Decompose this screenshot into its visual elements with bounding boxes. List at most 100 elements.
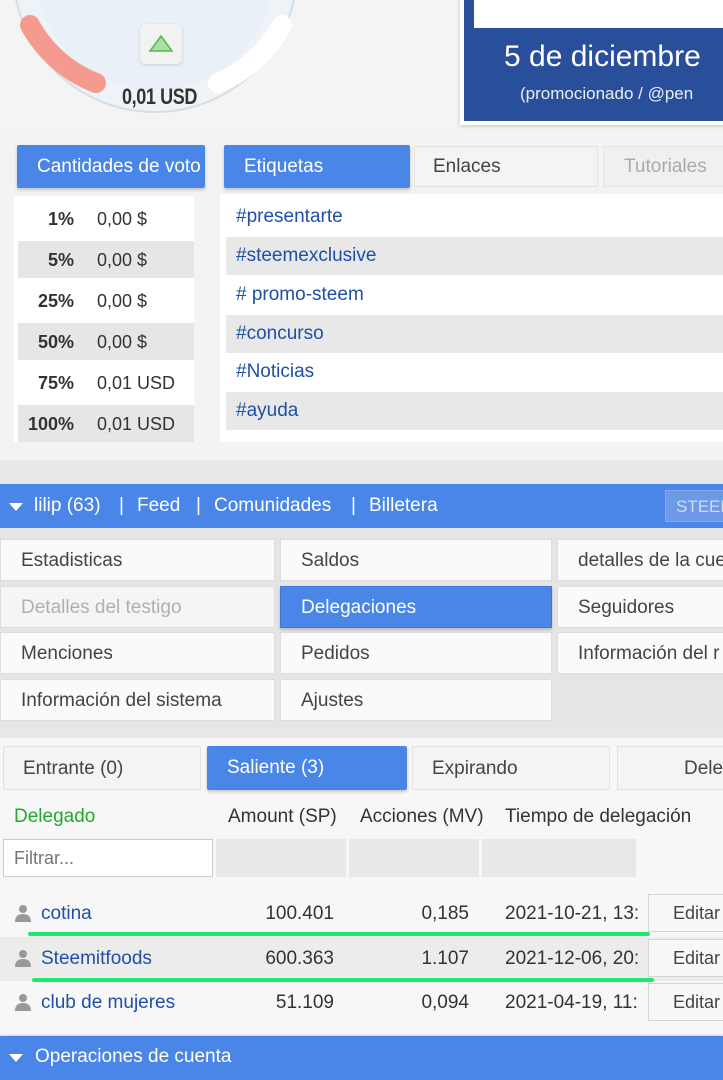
delegatee-name[interactable]: club de mujeres — [41, 992, 175, 1014]
menu-orders[interactable]: Pedidos — [280, 632, 552, 674]
menu-balances[interactable]: Saldos — [280, 539, 552, 581]
col-amount[interactable]: Amount (SP) — [228, 806, 337, 828]
caret-down-icon[interactable] — [8, 502, 24, 512]
filter-cell — [349, 839, 479, 877]
upvote-button[interactable] — [140, 24, 182, 64]
promo-subtitle: (promocionado / @pen — [520, 84, 694, 103]
nav-user[interactable]: lilip (63) — [34, 495, 101, 517]
user-icon — [15, 994, 31, 1011]
nav-wallet[interactable]: Billetera — [369, 495, 438, 517]
vote-value: 0,00 $ — [97, 250, 148, 270]
tag-link[interactable]: #ayuda — [236, 400, 298, 422]
filter-cell — [216, 839, 346, 877]
promo-banner[interactable]: 5 de diciembre (promocionado / @pen — [460, 0, 723, 125]
vote-row: 1% 0,00 $ — [18, 200, 194, 237]
menu-label: Estadisticas — [21, 550, 123, 571]
menu-settings[interactable]: Ajustes — [280, 679, 552, 721]
table-row: club de mujeres 51.109 0,094 2021-04-19,… — [0, 981, 723, 1025]
col-delegado[interactable]: Delegado — [14, 806, 95, 828]
menu-label: Información del r — [578, 643, 720, 664]
menu-label: Seguidores — [578, 597, 675, 618]
menu-followers[interactable]: Seguidores — [557, 586, 723, 628]
tab-vote-amounts[interactable]: Cantidades de voto — [17, 145, 205, 188]
tag-link[interactable]: #presentarte — [236, 206, 343, 228]
delegatee-name[interactable]: cotina — [41, 903, 92, 925]
menu-account-details[interactable]: detalles de la cue — [557, 539, 723, 581]
account-operations-bar[interactable]: Operaciones de cuenta — [0, 1036, 723, 1080]
vote-row: 100% 0,01 USD — [18, 405, 194, 442]
tag-item[interactable]: #concurso — [226, 315, 723, 353]
tag-item[interactable]: #Noticias — [226, 353, 723, 391]
tag-link[interactable]: #Noticias — [236, 361, 314, 383]
tab-links[interactable]: Enlaces — [414, 146, 598, 187]
menu-label: Pedidos — [301, 643, 370, 664]
triangle-up-icon — [148, 34, 174, 52]
menu-delegations[interactable]: Delegaciones — [280, 586, 552, 628]
tab-expiring[interactable]: Expirando — [412, 746, 610, 790]
menu-witness-details[interactable]: Detalles del testigo — [0, 586, 275, 628]
promo-banner-top — [474, 0, 723, 28]
tab-outgoing[interactable]: Saliente (3) — [207, 746, 407, 790]
vote-percent: 5% — [47, 250, 74, 270]
steem-button[interactable]: STEEM — [665, 490, 723, 522]
nav-communities[interactable]: Comunidades — [214, 495, 331, 517]
tab-tags[interactable]: Etiquetas — [224, 145, 410, 188]
account-navbar: lilip (63) | Feed | Comunidades | Billet… — [0, 484, 723, 528]
tag-link[interactable]: #concurso — [236, 323, 324, 345]
amount-mv: 1.107 — [421, 948, 469, 969]
nav-feed[interactable]: Feed — [137, 495, 180, 517]
vote-row: 75% 0,01 USD — [18, 364, 194, 401]
tab-label: Dele — [684, 758, 723, 779]
vote-row: 25% 0,00 $ — [18, 282, 194, 319]
vote-amounts-list: 1% 0,00 $ 5% 0,00 $ 25% 0,00 $ 50% 0,00 … — [14, 196, 194, 442]
amount-sp: 51.109 — [275, 992, 334, 1013]
tab-label: Saliente (3) — [227, 757, 325, 778]
ops-label: Operaciones de cuenta — [35, 1046, 232, 1067]
menu-label: Saldos — [301, 550, 360, 571]
table-row: Steemitfoods 600.363 1.107 2021-12-06, 2… — [0, 937, 723, 981]
tab-label: Entrante (0) — [23, 758, 124, 779]
tag-item[interactable]: #presentarte — [226, 198, 723, 236]
top-area: 0,01 USD 5 de diciembre (promocionado / … — [0, 0, 723, 130]
amount-sp: 600.363 — [265, 948, 334, 969]
menu-label: Delegaciones — [301, 597, 417, 618]
edit-button[interactable]: Editar — [648, 983, 723, 1021]
caret-down-icon — [9, 1054, 23, 1062]
promo-title: 5 de diciembre — [504, 40, 701, 73]
gauge-value: 0,01 USD — [122, 84, 197, 109]
menu-label: Información del sistema — [21, 690, 222, 711]
menu-label: Ajustes — [301, 690, 364, 711]
amount-mv: 0,185 — [421, 903, 469, 924]
tab-delegate[interactable]: Dele — [617, 746, 723, 790]
menu-info[interactable]: Información del r — [557, 632, 723, 674]
vote-percent: 75% — [37, 373, 74, 393]
tag-item[interactable]: #steemexclusive — [226, 237, 723, 275]
tag-list: #presentarte #steemexclusive # promo-ste… — [220, 194, 723, 442]
tag-link[interactable]: # promo-steem — [236, 284, 364, 306]
edit-button[interactable]: Editar — [648, 894, 723, 932]
tag-link[interactable]: #steemexclusive — [236, 245, 376, 267]
delegation-time: 2021-12-06, 20: — [505, 948, 640, 969]
menu-stats[interactable]: Estadisticas — [0, 539, 275, 581]
col-tiempo[interactable]: Tiempo de delegación — [505, 806, 691, 828]
vote-value: 0,00 $ — [97, 209, 148, 229]
tab-incoming[interactable]: Entrante (0) — [3, 746, 201, 790]
nav-separator: | — [196, 495, 201, 516]
col-acciones[interactable]: Acciones (MV) — [360, 806, 484, 828]
tag-item[interactable]: #ayuda — [226, 392, 723, 430]
user-icon — [15, 905, 31, 922]
tab-tutorials[interactable]: Tutoriales — [603, 146, 723, 187]
menu-mentions[interactable]: Menciones — [0, 632, 275, 674]
vote-value: 0,00 $ — [97, 332, 148, 352]
menu-label: Menciones — [21, 643, 113, 664]
menu-system-info[interactable]: Información del sistema — [0, 679, 275, 721]
delegatee-name[interactable]: Steemitfoods — [41, 948, 152, 970]
tag-item[interactable]: # promo-steem — [226, 276, 723, 314]
highlight-underline — [28, 932, 650, 936]
delegation-time: 2021-10-21, 13: — [505, 903, 640, 924]
vote-row: 5% 0,00 $ — [18, 241, 194, 278]
delegation-time: 2021-04-19, 11: — [505, 992, 638, 1013]
edit-button[interactable]: Editar — [648, 939, 723, 977]
filter-input[interactable] — [3, 839, 213, 877]
table-row: cotina 100.401 0,185 2021-10-21, 13: Edi… — [0, 892, 723, 936]
